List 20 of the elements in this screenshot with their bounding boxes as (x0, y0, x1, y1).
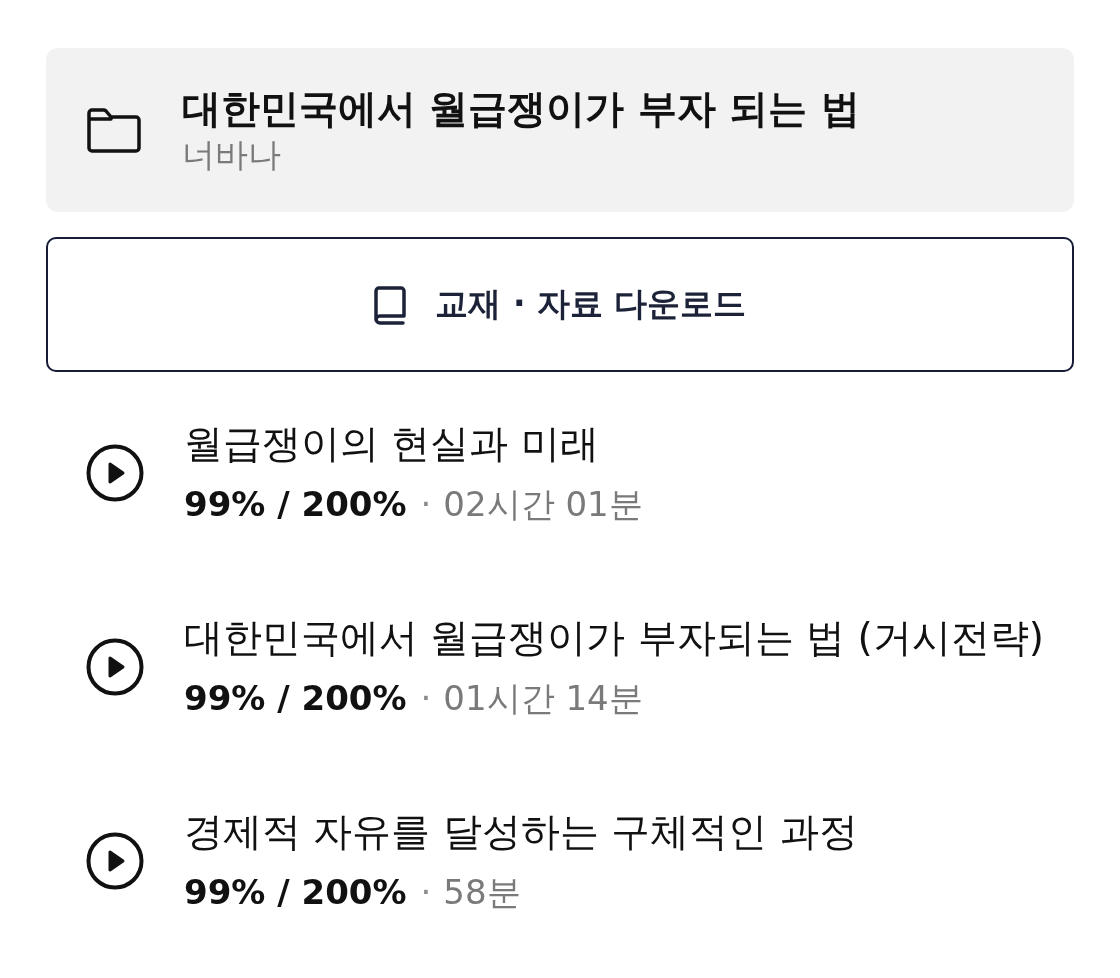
play-icon[interactable] (86, 638, 144, 696)
play-icon[interactable] (86, 444, 144, 502)
lesson-title[interactable]: 대한민국에서 월급쟁이가 부자되는 법 (거시전략) (184, 614, 1045, 662)
separator-dot: · (420, 677, 432, 720)
separator-dot: · (420, 871, 432, 914)
progress-text: 99% / 200% (184, 483, 407, 526)
course-title: 대한민국에서 월급쟁이가 부자 되는 법 (182, 85, 860, 133)
separator-dot: · (420, 483, 432, 526)
folder-icon (86, 107, 142, 153)
lesson-title[interactable]: 경제적 자유를 달성하는 구체적인 과정 (184, 808, 858, 856)
book-icon (373, 284, 408, 325)
play-icon[interactable] (86, 832, 144, 890)
duration-text: 58분 (443, 871, 521, 914)
duration-text: 01시간 14분 (443, 677, 643, 720)
progress-text: 99% / 200% (184, 871, 407, 914)
download-button[interactable]: 교재 · 자료 다운로드 (46, 237, 1074, 372)
progress-text: 99% / 200% (184, 677, 407, 720)
duration-text: 02시간 01분 (443, 483, 643, 526)
instructor-name: 너바나 (182, 134, 281, 176)
lesson-title[interactable]: 월급쟁이의 현실과 미래 (184, 420, 599, 468)
